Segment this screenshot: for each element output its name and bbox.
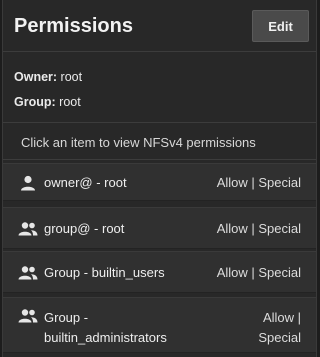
acl-item-builtin-administrators[interactable]: Group - builtin_administrators Allow | S… — [3, 297, 316, 353]
group-line: Group: root — [14, 95, 81, 109]
acl-item-permission: Allow | Special — [216, 221, 301, 236]
owner-key: Owner: — [14, 70, 58, 84]
nfsv4-hint: Click an item to view NFSv4 permissions — [3, 123, 316, 160]
acl-item-label: Group - builtin_users — [44, 265, 165, 280]
group-key: Group: — [14, 95, 56, 109]
acl-item-group[interactable]: group@ - root Allow | Special — [3, 207, 316, 249]
acl-item-label: group@ - root — [44, 221, 125, 236]
acl-item-permission: Allow | Special — [251, 308, 301, 348]
owner-group-info: Owner: root Group: root — [3, 52, 316, 123]
panel-header: Permissions Edit — [3, 0, 316, 52]
user-icon — [18, 175, 38, 191]
acl-item-builtin-users[interactable]: Group - builtin_users Allow | Special — [3, 251, 316, 293]
permissions-card: Permissions Edit Owner: root Group: root… — [2, 0, 317, 357]
edit-button[interactable]: Edit — [252, 10, 309, 42]
owner-line: Owner: root — [14, 70, 82, 84]
acl-item-permission-line2: Special — [258, 330, 301, 345]
group-value: root — [59, 95, 81, 109]
acl-item-permission: Allow | Special — [216, 175, 301, 190]
acl-item-label-line1: Group - — [44, 310, 89, 325]
acl-item-label: owner@ - root — [44, 175, 127, 190]
group-icon — [18, 221, 38, 237]
acl-item-label-line2: builtin_administrators — [44, 330, 167, 345]
acl-item-owner[interactable]: owner@ - root Allow | Special — [3, 163, 316, 201]
group-icon — [18, 308, 38, 324]
acl-item-permission: Allow | Special — [216, 265, 301, 280]
acl-item-label: Group - builtin_administrators — [44, 308, 204, 348]
panel-title: Permissions — [14, 15, 133, 37]
acl-item-permission-line1: Allow | — [262, 310, 301, 325]
group-icon — [18, 265, 38, 281]
owner-value: root — [60, 70, 83, 84]
